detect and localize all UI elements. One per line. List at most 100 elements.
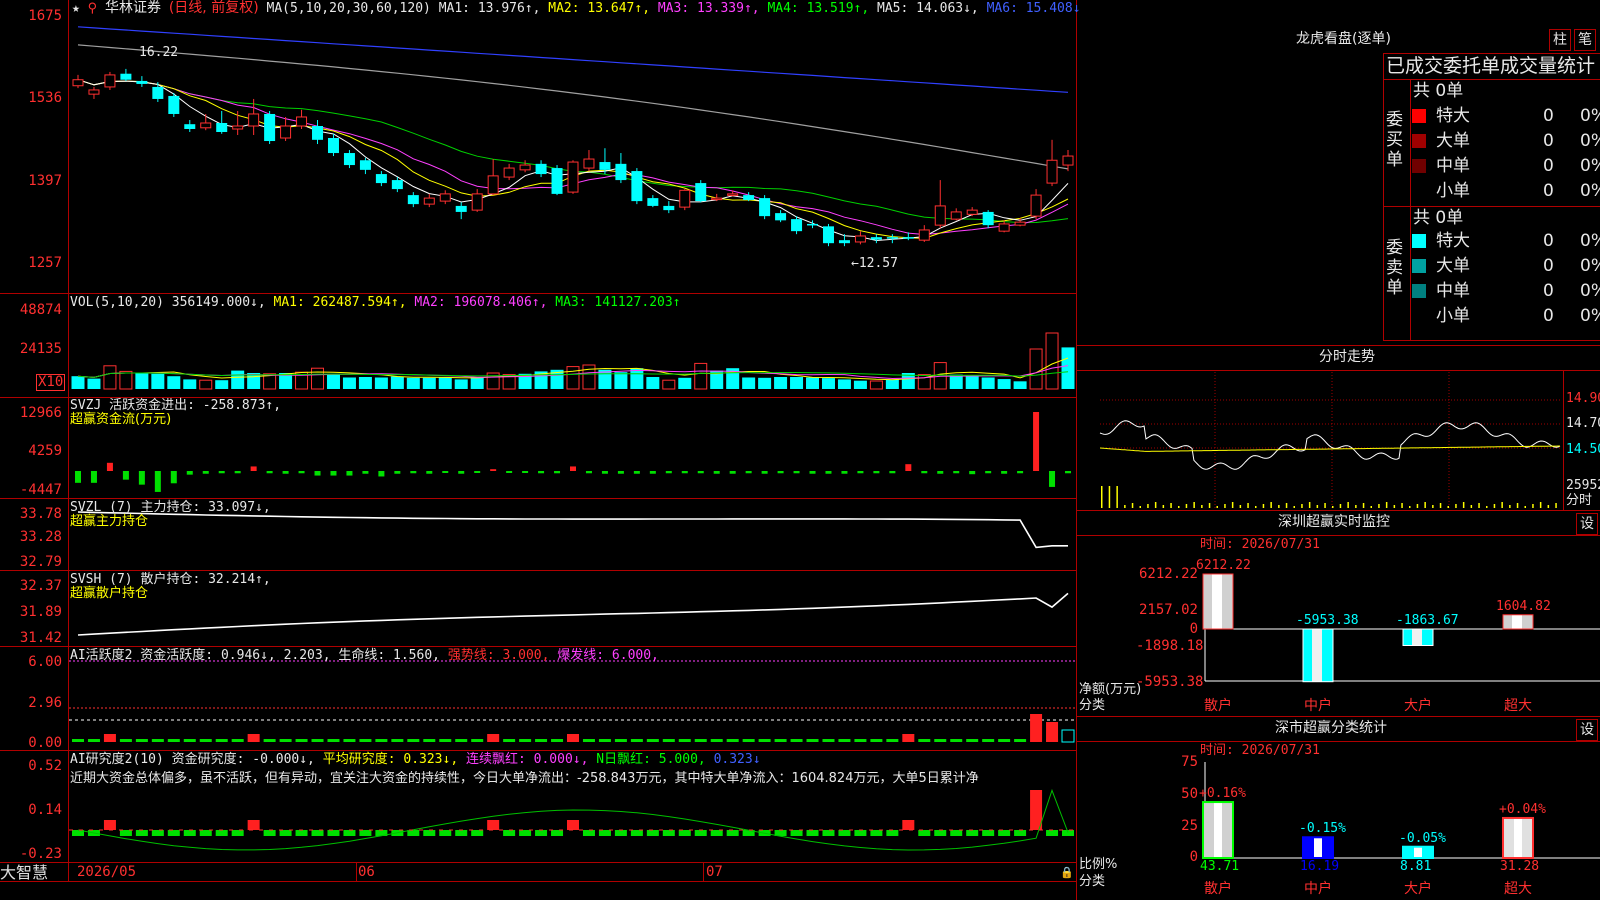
research-bar (119, 830, 132, 836)
ai2-avg: 平均研究度: 0.323↓, (322, 752, 459, 767)
period-label[interactable]: (日线, 前复权) (169, 0, 259, 16)
stock-name[interactable]: 华林证券 (105, 0, 161, 16)
monitor-category-label: 中户 (1304, 698, 1332, 714)
lhb-table-row-2 (1383, 206, 1600, 207)
volume-bar-up (103, 365, 117, 390)
vol-pane-header: VOL(5,10,20) 356149.000↓, MA1: 262487.59… (70, 295, 681, 310)
volume-bar-down (981, 377, 995, 389)
activity-bar (838, 739, 851, 742)
intraday-volume-bar (1524, 506, 1526, 508)
volume-bar-up (311, 367, 325, 390)
class-title-divider (1077, 741, 1600, 742)
intraday-volume-bar (1432, 505, 1434, 508)
activity-bar (247, 734, 260, 742)
buy-label: 大单 (1436, 131, 1470, 151)
activity-bar (678, 739, 691, 742)
buy-count: 0 (1543, 156, 1554, 176)
research-bar (854, 830, 867, 836)
monitor-category-label: 大户 (1404, 698, 1432, 714)
activity-bar (806, 739, 819, 742)
volume-bar-down (151, 373, 165, 389)
volume-bar-down (678, 377, 692, 389)
flow-bar-out (410, 471, 417, 474)
flow-bar-out (1065, 471, 1071, 474)
buy-count: 0 (1543, 131, 1554, 151)
sell-pct: 0% (1580, 306, 1600, 326)
brand-label[interactable]: 大智慧 (0, 864, 48, 882)
price-low-marker: ←12.57 (851, 256, 898, 271)
research-bar (934, 830, 947, 836)
intraday-volume-bar (1224, 504, 1226, 508)
monitor-bar-outline (1302, 628, 1334, 683)
flow-bar-out (713, 471, 720, 474)
intraday-volume-bar (1555, 503, 1557, 508)
activity-bar (934, 739, 947, 742)
pin-icon[interactable]: ⚲ (88, 1, 98, 16)
activity-bar (646, 739, 659, 742)
research-bar (822, 830, 835, 836)
flow-bar-out (378, 471, 385, 477)
ai2-ndays: N日飘红: 5.000, (596, 752, 706, 767)
ai2-axis-3: -0.23 (19, 846, 62, 862)
intraday-volume-bar (1131, 503, 1134, 508)
intraday-volume-bar (1301, 504, 1303, 508)
intraday-title: 分时走势 (1319, 349, 1375, 365)
candle-body-down (216, 122, 228, 133)
monitor-bar (1503, 614, 1533, 629)
flow-bar-out (697, 471, 704, 474)
intraday-volume-bar (1486, 506, 1488, 508)
intraday-axis-2: 14.70 (1566, 416, 1600, 431)
intraday-volume-bar (1547, 505, 1550, 508)
research-bar (1014, 830, 1027, 836)
lhb-title: 龙虎看盘(逐单) (1296, 31, 1391, 47)
activity-bar (854, 739, 867, 742)
intraday-volume-bar (1516, 503, 1519, 508)
activity-bar (375, 739, 388, 742)
monitor-settings-button[interactable]: 设 (1576, 513, 1598, 535)
column-view-button[interactable]: 柱 (1549, 29, 1571, 51)
vol-ma2: MA2: 196078.406↑, (414, 295, 548, 310)
intraday-volume-bar (1154, 502, 1157, 508)
svzl-label: 超赢主力持仓 (70, 514, 149, 529)
candle-body-up (1030, 194, 1042, 217)
intraday-volume-bar (1270, 502, 1272, 508)
volume-bar-up (1045, 332, 1059, 390)
monitor-bar (1403, 629, 1433, 646)
ai1-axis-1: 6.00 (28, 654, 62, 670)
intraday-volume-bar (1139, 506, 1141, 508)
star-icon[interactable]: ★ (72, 1, 80, 16)
volume-bar-up (869, 380, 883, 390)
volume-bar-down (390, 376, 404, 389)
activity-bar (407, 739, 420, 742)
svsh-axis-3: 31.42 (19, 630, 62, 646)
class-category-label: 超大 (1504, 881, 1532, 897)
activity-bar (998, 739, 1011, 742)
activity-bar (870, 739, 883, 742)
intraday-volume-bar (1370, 506, 1372, 508)
tick-view-button[interactable]: 笔 (1574, 29, 1596, 51)
intraday-volume-bar (1385, 502, 1388, 508)
flow-bar-out (937, 471, 944, 474)
intraday-volume-bar (1339, 504, 1342, 508)
research-bar (455, 830, 468, 836)
volume-bar-down (374, 377, 388, 389)
intraday-axis-divider (1563, 370, 1564, 510)
monitor-bar-highlight (1312, 629, 1322, 682)
sell-pct: 0% (1580, 281, 1600, 301)
volume-bar-down (758, 377, 772, 389)
volume-bar-down (342, 377, 356, 389)
volume-bar-down (135, 373, 149, 389)
activity-bar (295, 739, 308, 742)
lock-icon[interactable]: 🔒 (1060, 865, 1074, 880)
candle-body-down (807, 223, 819, 226)
intraday-volume-bar (1247, 503, 1249, 508)
svzl-line (77, 511, 1068, 549)
svzj-axis-2: 4259 (28, 443, 62, 459)
flow-bar-out (633, 471, 640, 474)
flow-bar-out (506, 471, 513, 473)
flow-bar-out (186, 471, 193, 475)
research-bar (135, 830, 148, 836)
ai2-axis-2: 0.14 (28, 802, 62, 818)
candle-body-down (136, 80, 148, 84)
class-settings-button[interactable]: 设 (1576, 719, 1598, 741)
